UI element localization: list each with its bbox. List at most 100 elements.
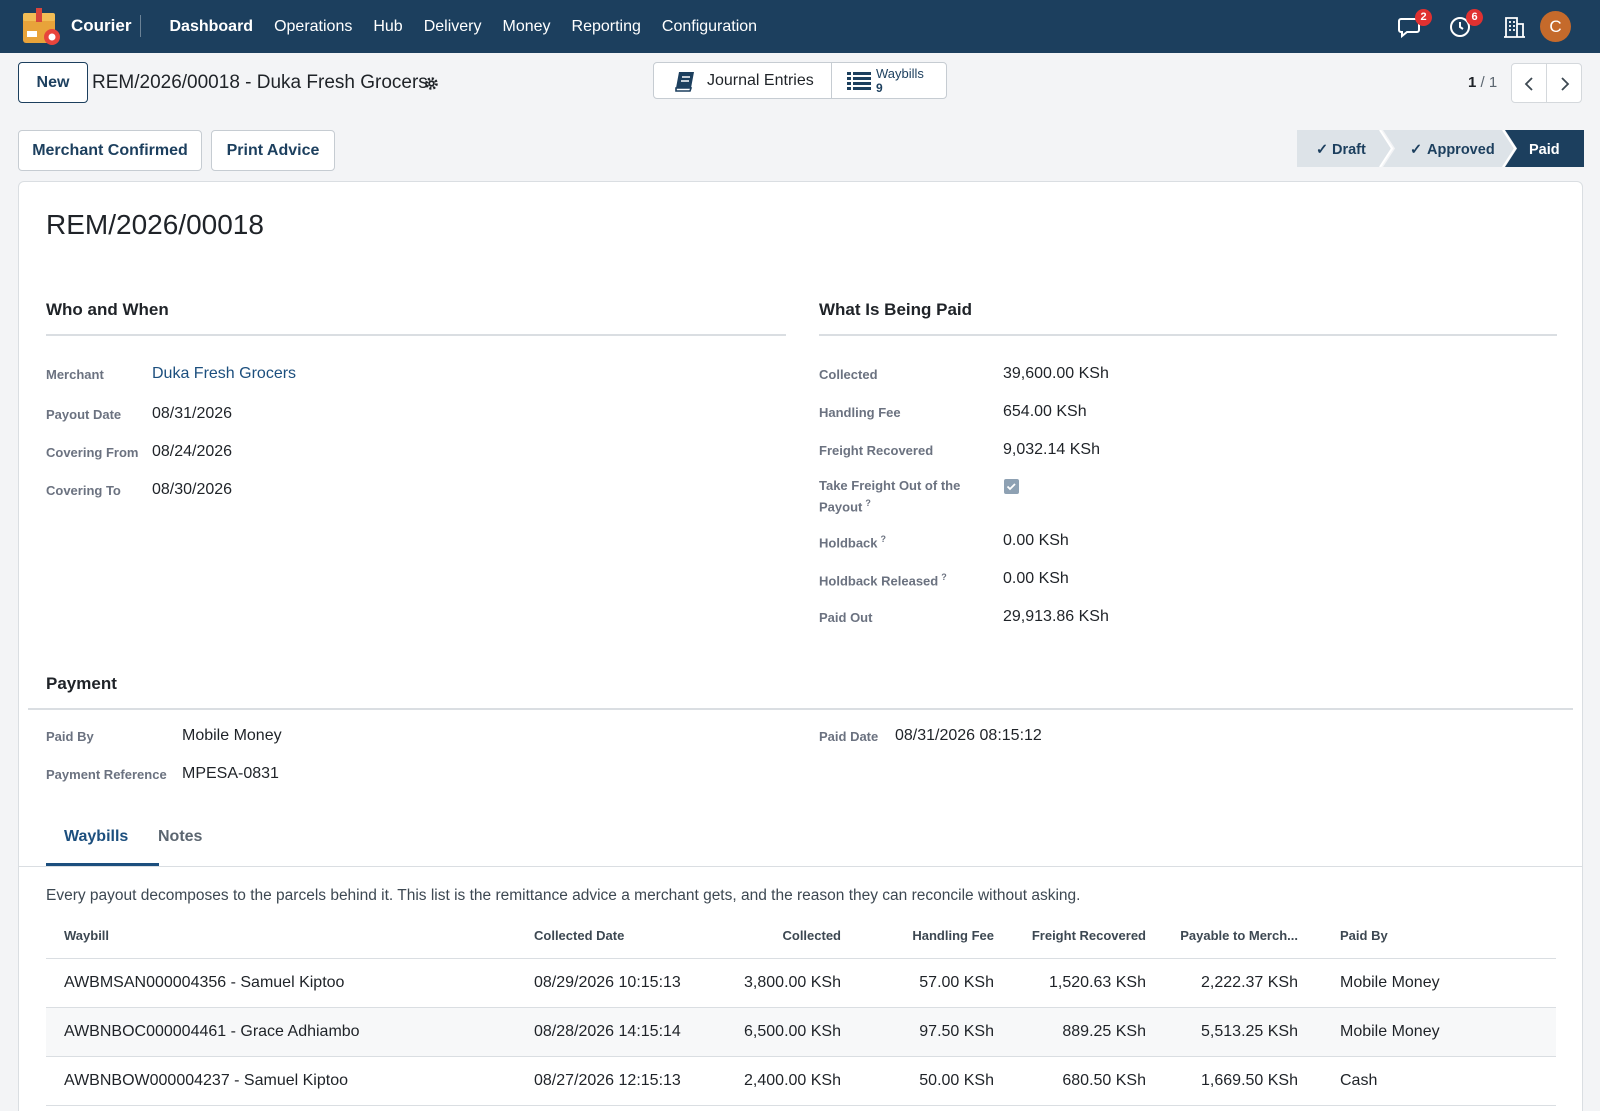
column-freight-recovered[interactable]: Freight Recovered: [1032, 928, 1146, 943]
column-handling-fee[interactable]: Handling Fee: [912, 928, 994, 943]
pager-value[interactable]: 1 / 1: [1468, 74, 1497, 91]
collected-value: 39,600.00 KSh: [1003, 365, 1109, 382]
menu-hub[interactable]: Hub: [363, 0, 413, 53]
merchant-confirmed-button[interactable]: Merchant Confirmed: [18, 130, 202, 171]
print-advice-button[interactable]: Print Advice: [211, 130, 335, 171]
gear-icon[interactable]: [424, 76, 439, 91]
take-freight-label-line1: Take Freight Out of the: [819, 478, 961, 493]
waybills-smart-count: 9: [876, 81, 883, 95]
navbar-divider: [140, 15, 141, 37]
status-draft-check: ✓: [1316, 142, 1328, 158]
tabs-divider: [19, 866, 1582, 867]
cell-paid-by: Cash: [1340, 1072, 1378, 1089]
handling-fee-value: 654.00 KSh: [1003, 403, 1087, 420]
tab-waybills[interactable]: Waybills: [64, 828, 128, 846]
paid-by-label: Paid By: [46, 729, 94, 744]
waybills-smart-button[interactable]: Waybills 9: [831, 62, 947, 99]
status-approved-label: Approved: [1427, 142, 1495, 158]
chevron-left-icon: [1524, 77, 1533, 91]
pager-current: 1: [1468, 74, 1477, 91]
pager-next-button[interactable]: [1546, 63, 1582, 103]
status-paid[interactable]: Paid: [1505, 130, 1584, 167]
paid-out-value: 29,913.86 KSh: [1003, 608, 1109, 625]
freight-recovered-value: 9,032.14 KSh: [1003, 441, 1100, 458]
menu-money[interactable]: Money: [492, 0, 561, 53]
cell-collected: 3,800.00 KSh: [744, 974, 841, 991]
merchant-link[interactable]: Duka Fresh Grocers: [152, 365, 296, 383]
cell-collected: 2,400.00 KSh: [744, 1072, 841, 1089]
pager-total: / 1: [1480, 74, 1498, 91]
user-avatar[interactable]: C: [1540, 11, 1571, 42]
cell-collected: 6,500.00 KSh: [744, 1023, 841, 1040]
menu-delivery[interactable]: Delivery: [413, 0, 492, 53]
paid-by-value[interactable]: Mobile Money: [182, 727, 282, 745]
column-payable-to-merchant[interactable]: Payable to Merch...: [1180, 928, 1298, 943]
paid-date-value[interactable]: 08/31/2026 08:15:12: [895, 727, 1042, 745]
covering-to-label: Covering To: [46, 483, 121, 498]
cell-freight-recovered: 680.50 KSh: [1062, 1072, 1146, 1089]
column-collected[interactable]: Collected: [782, 928, 841, 943]
cell-waybill: AWBMSAN000004356 - Samuel Kiptoo: [64, 974, 345, 991]
menu-reporting[interactable]: Reporting: [561, 0, 651, 53]
column-paid-by[interactable]: Paid By: [1340, 928, 1388, 943]
table-row[interactable]: AWBMSAN000004356 - Samuel Kiptoo 08/29/2…: [46, 959, 1556, 1008]
column-waybill[interactable]: Waybill: [64, 928, 109, 943]
status-draft[interactable]: ✓ Draft: [1297, 130, 1391, 167]
holdback-released-label-text: Holdback Released: [819, 573, 939, 589]
status-paid-label: Paid: [1529, 142, 1560, 158]
who-when-divider: [46, 334, 786, 336]
help-tooltip-icon[interactable]: ?: [941, 572, 947, 582]
who-when-title: Who and When: [46, 300, 169, 319]
freight-recovered-label: Freight Recovered: [819, 443, 934, 458]
pager-previous-button[interactable]: [1511, 63, 1547, 103]
activities-button[interactable]: 6: [1447, 9, 1483, 41]
check-icon: [1006, 483, 1016, 491]
book-icon: [675, 72, 694, 92]
status-bar: ✓ Draft ✓ Approved Paid: [1297, 130, 1584, 167]
menu-configuration[interactable]: Configuration: [651, 0, 767, 53]
company-switcher[interactable]: [1500, 13, 1528, 41]
column-collected-date[interactable]: Collected Date: [534, 928, 624, 943]
cell-handling-fee: 50.00 KSh: [919, 1072, 994, 1089]
paid-out-label: Paid Out: [819, 610, 873, 625]
courier-logo-icon[interactable]: [22, 7, 62, 45]
cell-waybill: AWBNBOC000004461 - Grace Adhiambo: [64, 1023, 360, 1040]
cell-handling-fee: 97.50 KSh: [919, 1023, 994, 1040]
payout-date-value[interactable]: 08/31/2026: [152, 405, 232, 423]
payout-date-label: Payout Date: [46, 407, 122, 422]
table-header: Waybill Collected Date Collected Handlin…: [46, 911, 1556, 959]
activities-badge: 6: [1466, 9, 1483, 26]
help-tooltip-icon[interactable]: ?: [865, 498, 871, 508]
holdback-label: Holdback?: [819, 534, 886, 550]
messages-badge: 2: [1415, 9, 1432, 26]
breadcrumb-record-title: REM/2026/00018 - Duka Fresh Grocers: [92, 72, 428, 93]
menu-dashboard[interactable]: Dashboard: [159, 0, 264, 53]
app-name[interactable]: Courier: [71, 16, 131, 36]
covering-to-value[interactable]: 08/30/2026: [152, 481, 232, 499]
take-freight-checkbox[interactable]: [1004, 479, 1019, 494]
covering-from-label: Covering From: [46, 445, 139, 460]
chevron-right-icon: [1561, 77, 1570, 91]
tab-notes[interactable]: Notes: [158, 828, 202, 846]
cell-paid-by: Mobile Money: [1340, 1023, 1440, 1040]
covering-from-value[interactable]: 08/24/2026: [152, 443, 232, 461]
status-draft-label: Draft: [1332, 142, 1366, 158]
cell-payable: 2,222.37 KSh: [1201, 974, 1298, 991]
help-tooltip-icon[interactable]: ?: [881, 534, 887, 544]
menu-operations[interactable]: Operations: [264, 0, 363, 53]
take-freight-label-text: Payout: [819, 499, 863, 515]
table-row[interactable]: AWBNBOW000004237 - Samuel Kiptoo 08/27/2…: [46, 1057, 1556, 1106]
cell-collected-date: 08/28/2026 14:15:14: [534, 1023, 681, 1040]
cell-freight-recovered: 1,520.63 KSh: [1049, 974, 1146, 991]
new-button[interactable]: New: [18, 62, 88, 103]
journal-entries-button[interactable]: Journal Entries: [653, 62, 832, 99]
form-sheet: REM/2026/00018 Who and When Merchant Duk…: [18, 181, 1583, 1111]
what-paid-divider: [819, 334, 1557, 336]
table-row[interactable]: AWBNBOC000004461 - Grace Adhiambo 08/28/…: [46, 1008, 1556, 1057]
messages-button[interactable]: 2: [1396, 9, 1432, 41]
holdback-value[interactable]: 0.00 KSh: [1003, 532, 1069, 550]
payment-reference-value[interactable]: MPESA-0831: [182, 765, 279, 783]
status-approved[interactable]: ✓ Approved: [1383, 130, 1514, 167]
holdback-released-value: 0.00 KSh: [1003, 570, 1069, 587]
cell-paid-by: Mobile Money: [1340, 974, 1440, 991]
